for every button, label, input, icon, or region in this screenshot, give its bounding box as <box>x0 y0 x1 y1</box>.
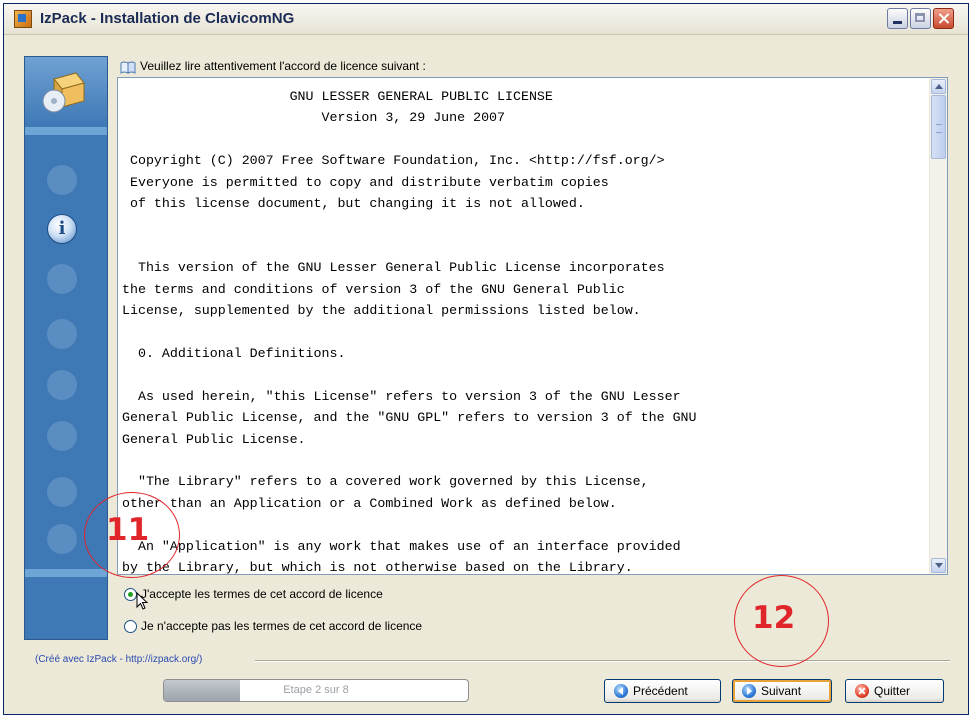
info-icon <box>47 214 77 244</box>
maximize-button[interactable] <box>910 8 931 29</box>
close-button[interactable] <box>933 8 954 29</box>
install-icon <box>47 421 77 451</box>
sidebar-divider <box>25 569 107 577</box>
minimize-button[interactable] <box>887 8 908 29</box>
decline-radio[interactable] <box>124 620 137 633</box>
user-icon <box>47 264 77 294</box>
sidebar-header <box>25 57 107 127</box>
license-text-area[interactable]: GNU LESSER GENERAL PUBLIC LICENSE Versio… <box>117 77 948 575</box>
options-icon <box>47 370 77 400</box>
installer-logo-icon <box>42 72 85 113</box>
izpack-credit: (Créé avec IzPack - http://izpack.org/) <box>35 654 203 665</box>
quit-label: Quitter <box>874 684 911 698</box>
forward-arrow-icon <box>742 684 756 698</box>
accept-label: J'accepte les termes de cet accord de li… <box>141 587 383 601</box>
footer-separator <box>255 660 950 662</box>
next-button[interactable]: Suivant <box>732 679 832 703</box>
app-icon <box>14 10 32 28</box>
finish-icon <box>47 524 77 554</box>
mouse-pointer-icon <box>136 592 149 610</box>
progress-text: Etape 2 sur 8 <box>283 684 349 696</box>
close-circle-icon <box>855 684 869 698</box>
home-icon <box>47 165 77 195</box>
scroll-down-icon[interactable] <box>931 558 946 573</box>
packs-icon <box>47 319 77 349</box>
title-bar[interactable]: IzPack - Installation de ClavicomNG <box>4 4 968 35</box>
previous-label: Précédent <box>633 684 688 698</box>
license-prompt: Veuillez lire attentivement l'accord de … <box>140 59 426 73</box>
sidebar-divider <box>25 127 107 135</box>
decline-label: Je n'accepte pas les termes de cet accor… <box>141 619 423 633</box>
previous-button[interactable]: Précédent <box>604 679 721 703</box>
callout-number-12: 12 <box>752 600 796 636</box>
callout-number-11: 11 <box>106 512 150 548</box>
back-arrow-icon <box>614 684 628 698</box>
license-text: GNU LESSER GENERAL PUBLIC LICENSE Versio… <box>122 89 697 575</box>
vertical-scrollbar[interactable] <box>929 78 947 574</box>
scroll-thumb[interactable] <box>931 95 946 159</box>
next-label: Suivant <box>761 684 802 698</box>
shortcuts-icon <box>47 477 77 507</box>
book-icon <box>120 61 136 74</box>
scroll-up-icon[interactable] <box>931 79 946 94</box>
quit-button[interactable]: Quitter <box>845 679 944 703</box>
step-progress-bar: Etape 2 sur 8 <box>163 679 469 702</box>
window-title: IzPack - Installation de ClavicomNG <box>40 10 295 27</box>
